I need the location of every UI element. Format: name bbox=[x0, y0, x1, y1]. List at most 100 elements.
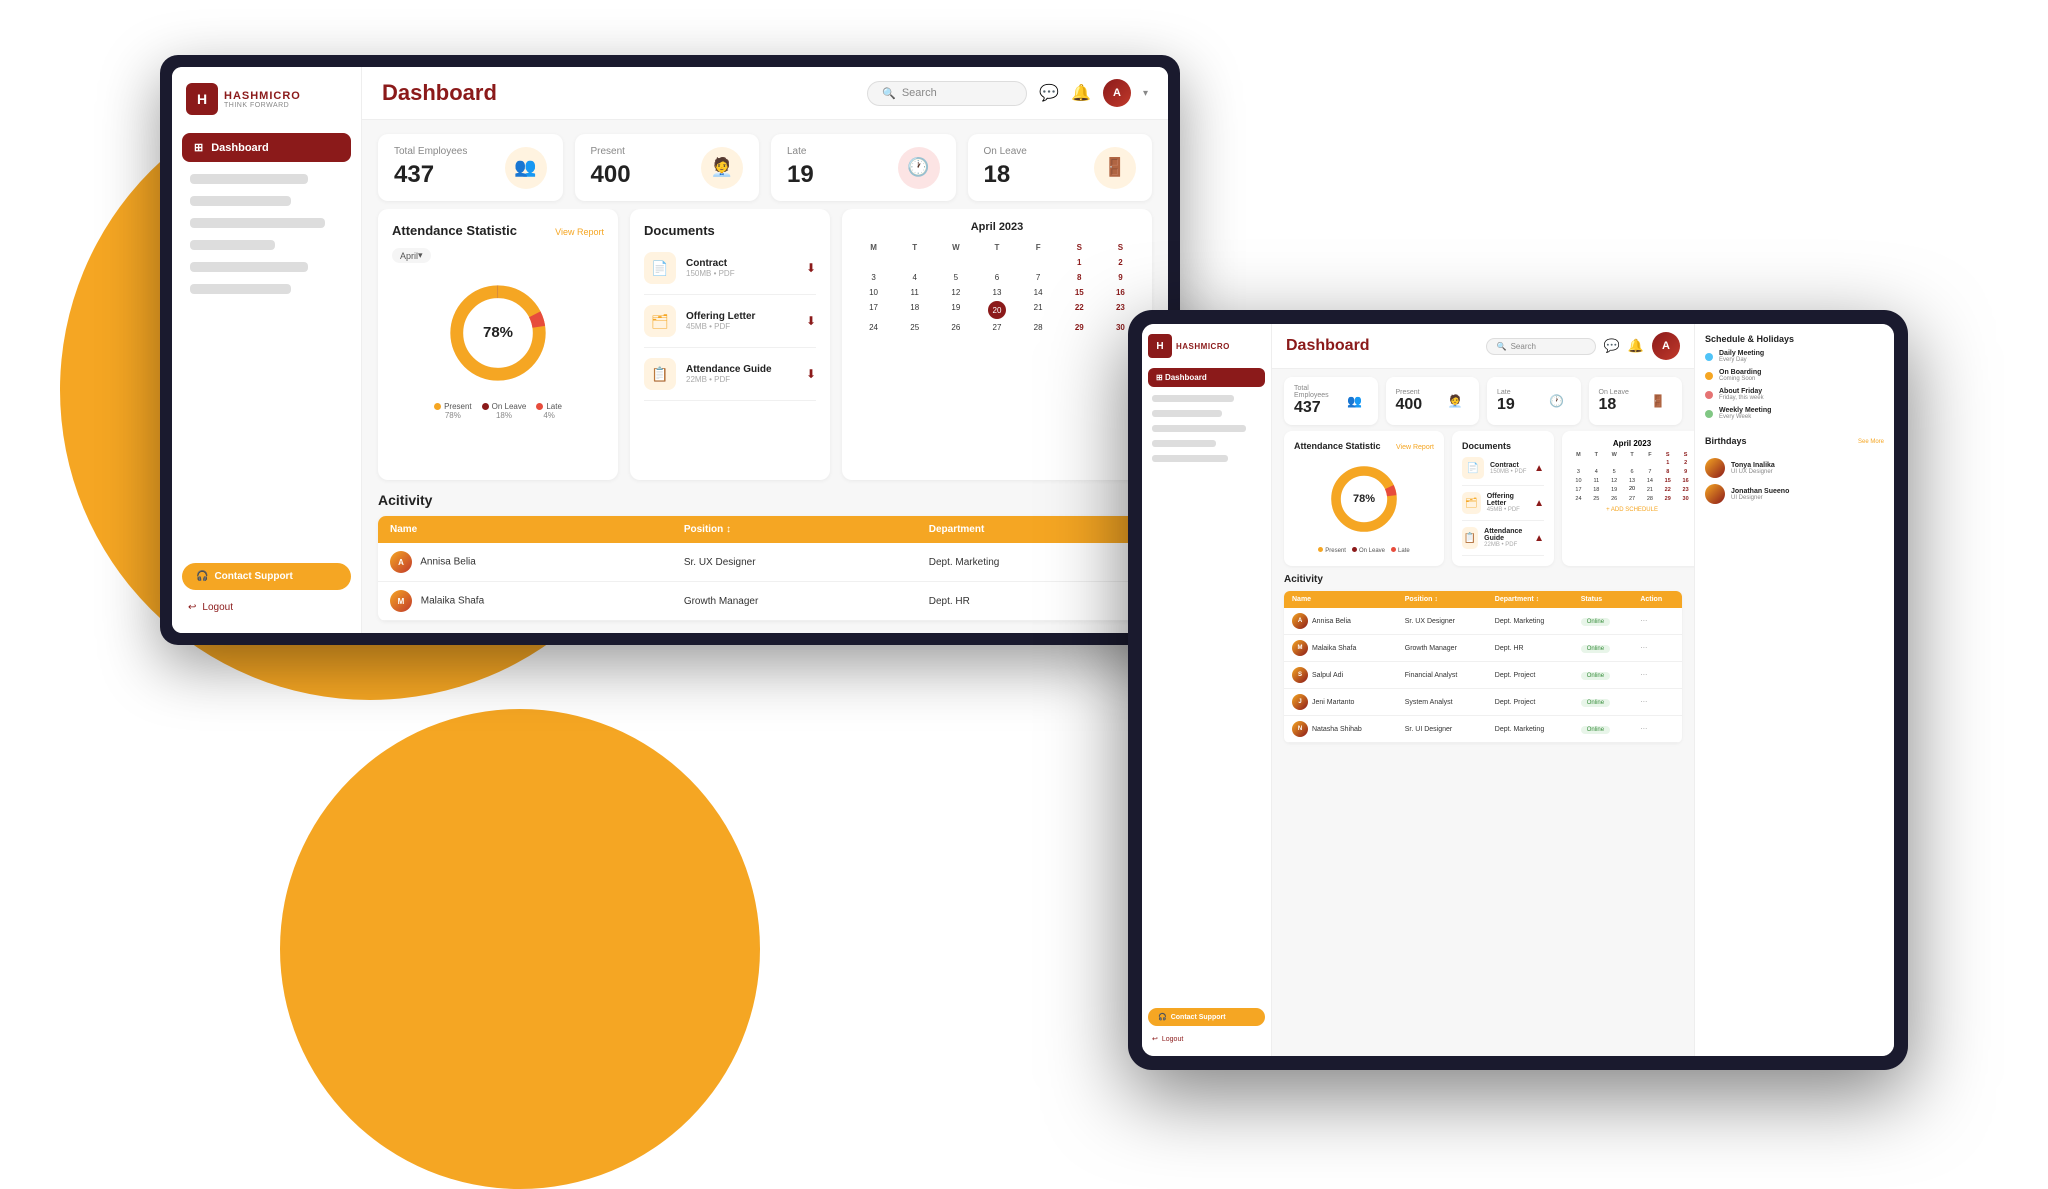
see-more-button[interactable]: See More bbox=[1858, 439, 1884, 445]
tablet-stat-employees: Total Employees 437 👥 bbox=[1284, 377, 1378, 425]
tablet-logout-button[interactable]: ↩ Logout bbox=[1148, 1032, 1265, 1046]
bell-icon[interactable]: 🔔 bbox=[1071, 83, 1091, 103]
cal-day-15: 15 bbox=[1060, 286, 1099, 299]
tablet-stats-row: Total Employees 437 👥 Present 400 🧑‍💼 La… bbox=[1272, 369, 1694, 431]
search-placeholder: Search bbox=[902, 87, 937, 99]
tablet-search-bar[interactable]: 🔍 Search bbox=[1486, 338, 1596, 355]
action-icon-5[interactable]: ⋯ bbox=[1640, 726, 1647, 733]
tablet-contact-support-button[interactable]: 🎧 Contact Support bbox=[1148, 1008, 1265, 1026]
row2-avatar: M bbox=[390, 590, 412, 612]
tcg-h-w: W bbox=[1606, 452, 1623, 458]
cal-h-thu: T bbox=[977, 241, 1016, 254]
activity-title: Acitivity bbox=[378, 492, 1152, 508]
contact-support-button[interactable]: 🎧 Contact Support bbox=[182, 563, 351, 590]
tablet-doc-contract: 📄 Contract 150MB • PDF ▲ bbox=[1462, 451, 1544, 486]
bg-circle-2 bbox=[280, 709, 760, 1189]
stat-label-late: Late bbox=[787, 146, 814, 157]
dashboard-grid: Attendance Statistic View Report April ▾ bbox=[362, 209, 1168, 492]
tablet-dl-1[interactable]: ▲ bbox=[1534, 463, 1544, 474]
sidebar-item-dashboard[interactable]: ⊞ Dashboard bbox=[182, 133, 351, 162]
doc-name-contract: Contract bbox=[686, 258, 796, 269]
add-schedule-button[interactable]: + ADD SCHEDULE bbox=[1570, 507, 1694, 513]
download-icon-guide[interactable]: ⬇ bbox=[806, 367, 816, 381]
stat-label-present: Present bbox=[591, 146, 631, 157]
chevron-down-icon: ▾ bbox=[1143, 88, 1148, 99]
row2-position: Growth Manager bbox=[672, 582, 917, 621]
tablet-dashboard-icon: ⊞ bbox=[1156, 373, 1163, 382]
doc-meta-guide: 22MB • PDF bbox=[686, 375, 796, 384]
tablet-nav-ph-5 bbox=[1152, 455, 1228, 462]
tablet-stat-present: Present 400 🧑‍💼 bbox=[1386, 377, 1480, 425]
tr1-avatar: A bbox=[1292, 613, 1308, 629]
logout-icon: ↩ bbox=[188, 602, 196, 613]
ts-label-leave: On Leave bbox=[1599, 389, 1629, 396]
tablet-avatar[interactable]: A bbox=[1652, 332, 1680, 360]
schedule-dot-4 bbox=[1705, 410, 1713, 418]
ts-val-late: 19 bbox=[1497, 396, 1515, 414]
birthdays-title: Birthdays bbox=[1705, 436, 1747, 446]
cal-day-18: 18 bbox=[895, 301, 934, 319]
cal-day-8: 8 bbox=[1060, 271, 1099, 284]
tablet-logo-icon: H bbox=[1148, 334, 1172, 358]
stat-present: Present 400 🧑‍💼 bbox=[575, 134, 760, 201]
tablet-donut-chart: 78% bbox=[1294, 459, 1434, 539]
doc-name-guide: Attendance Guide bbox=[686, 364, 796, 375]
donut-legend: Present 78% On Leave 18% Late 4% bbox=[392, 402, 604, 420]
tablet-nav-ph-1 bbox=[1152, 395, 1234, 402]
ts-label-pres: Present bbox=[1396, 389, 1423, 396]
tablet-doc-meta-3: 22MB • PDF bbox=[1484, 542, 1528, 548]
view-report-link[interactable]: View Report bbox=[555, 227, 604, 237]
tablet-doc-offering: 🗂 Offering Letter 45MB • PDF ▲ bbox=[1462, 486, 1544, 521]
stat-on-leave: On Leave 18 🚪 bbox=[968, 134, 1153, 201]
tablet-nav-ph-3 bbox=[1152, 425, 1246, 432]
table-row: MMalaika Shafa Growth Manager Dept. HR O… bbox=[1284, 635, 1682, 662]
tcg-h-th: T bbox=[1624, 452, 1641, 458]
cal-h-sun: S bbox=[1101, 241, 1140, 254]
action-icon-2[interactable]: ⋯ bbox=[1640, 645, 1647, 652]
status-badge-5: Online bbox=[1581, 726, 1610, 734]
tablet-frame: H HASHMICRO ⊞ Dashboard 🎧 Contact Suppor… bbox=[1128, 310, 1908, 1070]
tablet-dl-2[interactable]: ▲ bbox=[1534, 498, 1544, 509]
doc-name-offering: Offering Letter bbox=[686, 311, 796, 322]
tablet-dl-3[interactable]: ▲ bbox=[1534, 533, 1544, 544]
tr4-pos: System Analyst bbox=[1397, 689, 1487, 716]
action-icon-1[interactable]: ⋯ bbox=[1640, 618, 1647, 625]
tablet-screen: H HASHMICRO ⊞ Dashboard 🎧 Contact Suppor… bbox=[1142, 324, 1894, 1056]
nav-placeholder-4 bbox=[190, 240, 275, 250]
tablet-view-report[interactable]: View Report bbox=[1396, 444, 1434, 451]
schedule-info-2: On Boarding Coming Soon bbox=[1719, 369, 1884, 382]
schedule-info-3: About Friday Friday, this week bbox=[1719, 388, 1884, 401]
tablet-contract-icon: 📄 bbox=[1462, 457, 1484, 479]
logout-button[interactable]: ↩ Logout bbox=[182, 598, 351, 617]
schedule-name-3: About Friday bbox=[1719, 388, 1884, 395]
action-icon-3[interactable]: ⋯ bbox=[1640, 672, 1647, 679]
tablet-nav-dashboard[interactable]: ⊞ Dashboard bbox=[1148, 368, 1265, 387]
download-icon-offering[interactable]: ⬇ bbox=[806, 314, 816, 328]
doc-meta-contract: 150MB • PDF bbox=[686, 269, 796, 278]
contract-icon: 📄 bbox=[644, 252, 676, 284]
tablet-nav-ph-2 bbox=[1152, 410, 1222, 417]
avatar[interactable]: A bbox=[1103, 79, 1131, 107]
tablet-bell-icon[interactable]: 🔔 bbox=[1628, 338, 1644, 354]
logo-tagline: THINK FORWARD bbox=[224, 102, 301, 109]
schedule-item-3: About Friday Friday, this week bbox=[1705, 388, 1884, 401]
tablet-contact-label: Contact Support bbox=[1171, 1014, 1226, 1021]
download-icon-contract[interactable]: ⬇ bbox=[806, 261, 816, 275]
action-icon-4[interactable]: ⋯ bbox=[1640, 699, 1647, 706]
cal-day-21: 21 bbox=[1019, 301, 1058, 319]
tablet-docs-card: Documents 📄 Contract 150MB • PDF ▲ 🗂 Off… bbox=[1452, 431, 1554, 566]
tablet-chat-icon[interactable]: 💬 bbox=[1604, 338, 1620, 354]
birthdays-section: Birthdays See More Tonya Inalika UI UX D… bbox=[1705, 436, 1884, 510]
table-row: M Malaika Shafa Growth Manager Dept. HR bbox=[378, 582, 1152, 621]
cal-day-28: 28 bbox=[1019, 321, 1058, 334]
chat-icon[interactable]: 💬 bbox=[1039, 83, 1059, 103]
search-bar[interactable]: 🔍 Search bbox=[867, 81, 1027, 106]
schedule-section: Schedule & Holidays Daily Meeting Every … bbox=[1705, 334, 1884, 426]
schedule-dot-1 bbox=[1705, 353, 1713, 361]
donut-center-text: 78% bbox=[483, 324, 513, 341]
month-badge[interactable]: April ▾ bbox=[392, 248, 431, 263]
donut-chart: 78% bbox=[392, 278, 604, 388]
stat-value-present: 400 bbox=[591, 161, 631, 189]
logout-label: Logout bbox=[202, 602, 233, 613]
stats-row: Total Employees 437 👥 Present 400 🧑‍💼 La… bbox=[362, 120, 1168, 209]
